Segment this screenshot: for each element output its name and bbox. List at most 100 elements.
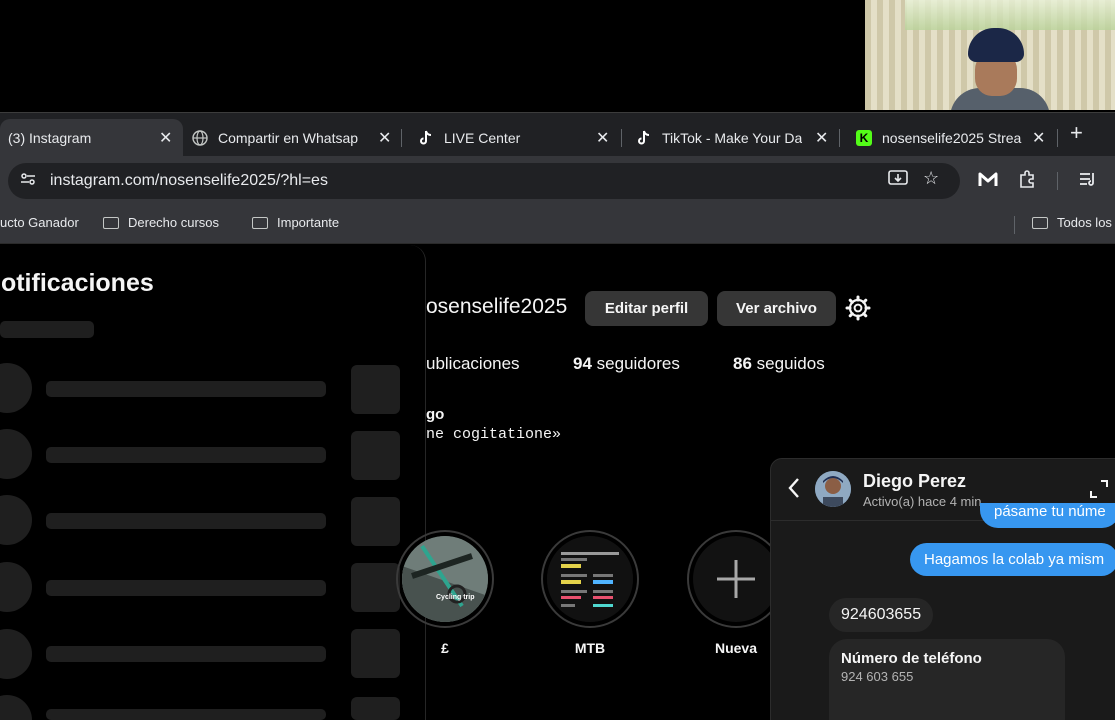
highlight-thumbnail [693,536,779,622]
following-number: 86 [733,354,752,373]
skeleton-thumb [351,431,400,480]
bookmark-folder-derecho-cursos[interactable]: Derecho cursos [103,215,219,230]
highlight-thumb-text: Cycling trip [436,594,475,601]
screen: (3) Instagram ✕ Compartir en Whatsap ✕ L… [0,0,1115,720]
tab-tiktok[interactable]: TikTok - Make Your Da ✕ [628,119,840,157]
url-text: instagram.com/nosenselife2025/?hl=es [50,172,328,189]
tab-title: nosenselife2025 Strea [882,130,1022,146]
site-settings-icon[interactable] [20,171,36,192]
skeleton-thumb [351,365,400,414]
tab-title: Compartir en Whatsap [218,130,358,146]
highlight-label: MTB [574,640,606,656]
close-tab-icon[interactable]: ✕ [596,128,609,148]
tab-whatsapp-share[interactable]: Compartir en Whatsap ✕ [192,119,402,157]
skeleton-avatar [0,495,32,545]
skeleton-avatar [0,562,32,612]
bookmark-label: Importante [277,215,340,230]
browser-toolbar: instagram.com/nosenselife2025/?hl=es ☆ [0,156,1115,206]
folder-icon [103,216,119,229]
media-control-icon[interactable] [1078,169,1098,194]
followers-number: 94 [573,354,592,373]
kick-icon: K [856,130,872,146]
skeleton-avatar [0,695,32,720]
contact-card-title: Número de teléfono [841,650,982,667]
extension-m-icon[interactable] [978,169,998,194]
tab-separator [621,129,622,147]
new-tab-icon[interactable]: + [1070,120,1083,146]
tab-separator [839,129,840,147]
tab-separator [1057,129,1058,147]
expand-icon[interactable] [1089,479,1109,504]
view-archive-button[interactable]: Ver archivo [717,291,836,326]
close-tab-icon[interactable]: ✕ [159,128,172,148]
chat-contact-status: Activo(a) hace 4 min [863,494,982,509]
tab-strip: (3) Instagram ✕ Compartir en Whatsap ✕ L… [0,112,1115,157]
skeleton-avatar [0,629,32,679]
skeleton-thumb [351,629,400,678]
skeleton-subtitle [0,321,94,338]
bookmark-label: Derecho cursos [128,215,220,230]
highlight-cycling[interactable]: Cycling trip [396,530,494,628]
webcam-lights [905,0,1115,30]
extensions-puzzle-icon[interactable] [1018,169,1038,194]
tab-title: (3) Instagram [8,130,92,146]
following-count[interactable]: 86 seguidos [733,354,825,374]
tab-live-center[interactable]: LIVE Center ✕ [410,119,622,157]
highlight-thumbnail [547,536,633,622]
bookmark-label: ucto Ganador [0,215,79,230]
message-outgoing: Hagamos la colab ya mism [910,543,1115,576]
followers-label: seguidores [596,354,680,373]
close-tab-icon[interactable]: ✕ [378,128,391,148]
message-incoming: 924603655 [829,598,934,632]
folder-icon [252,216,268,229]
tab-kick-stream[interactable]: K nosenselife2025 Strea ✕ [846,119,1058,157]
contact-card-number: 924 603 655 [841,669,914,684]
contact-card[interactable]: Número de teléfono 924 603 655 [829,639,1065,720]
skeleton-line [46,513,326,529]
followers-count[interactable]: 94 seguidores [573,354,680,374]
close-tab-icon[interactable]: ✕ [1032,128,1045,148]
highlight-mtb[interactable] [541,530,639,628]
settings-gear-icon[interactable] [845,295,871,321]
posts-count[interactable]: ublicaciones [426,354,520,374]
skeleton-line [46,381,326,397]
tab-instagram[interactable]: (3) Instagram ✕ [0,119,183,157]
notifications-title: lotificaciones [0,269,154,297]
bookmark-folder-all[interactable]: Todos los [1032,215,1112,230]
folder-icon [1032,216,1048,229]
tab-title: TikTok - Make Your Da [662,130,802,146]
skeleton-thumb [351,697,400,720]
tab-separator [401,129,402,147]
skeleton-thumb [351,497,400,546]
tiktok-icon [418,130,434,146]
posts-label: ublicaciones [426,354,520,373]
tiktok-icon [636,130,652,146]
webcam-overlay [865,0,1115,110]
skeleton-avatar [0,429,32,479]
skeleton-line [46,447,326,463]
address-bar[interactable]: instagram.com/nosenselife2025/?hl=es ☆ [8,163,960,199]
skeleton-line [46,646,326,662]
back-arrow-icon[interactable] [787,477,801,504]
message-outgoing: pásame tu núme [980,503,1115,528]
plus-icon [717,560,755,598]
bookmark-label: Todos los [1057,215,1112,230]
instagram-page: lotificaciones osenselife2025 Editar per… [0,245,1115,720]
highlight-thumbnail: Cycling trip [402,536,488,622]
tab-title: LIVE Center [444,130,521,146]
bookmark-star-icon[interactable]: ☆ [923,168,939,189]
bookmark-producto-ganador[interactable]: ucto Ganador [0,215,79,230]
chat-contact-name[interactable]: Diego Perez [863,471,966,492]
notifications-panel: lotificaciones [0,245,426,720]
edit-profile-button[interactable]: Editar perfil [585,291,708,326]
direct-message-window: Diego Perez Activo(a) hace 4 min pásame … [770,458,1115,720]
avatar[interactable] [815,471,851,507]
toolbar-separator [1057,172,1058,190]
bookmarks-bar: ucto Ganador Derecho cursos Importante T… [0,206,1115,244]
skeleton-line [46,580,326,596]
close-tab-icon[interactable]: ✕ [815,128,828,148]
skeleton-avatar [0,363,32,413]
bookmark-folder-importante[interactable]: Importante [252,215,339,230]
bio-name: go [426,406,445,423]
install-app-icon[interactable] [888,170,908,193]
